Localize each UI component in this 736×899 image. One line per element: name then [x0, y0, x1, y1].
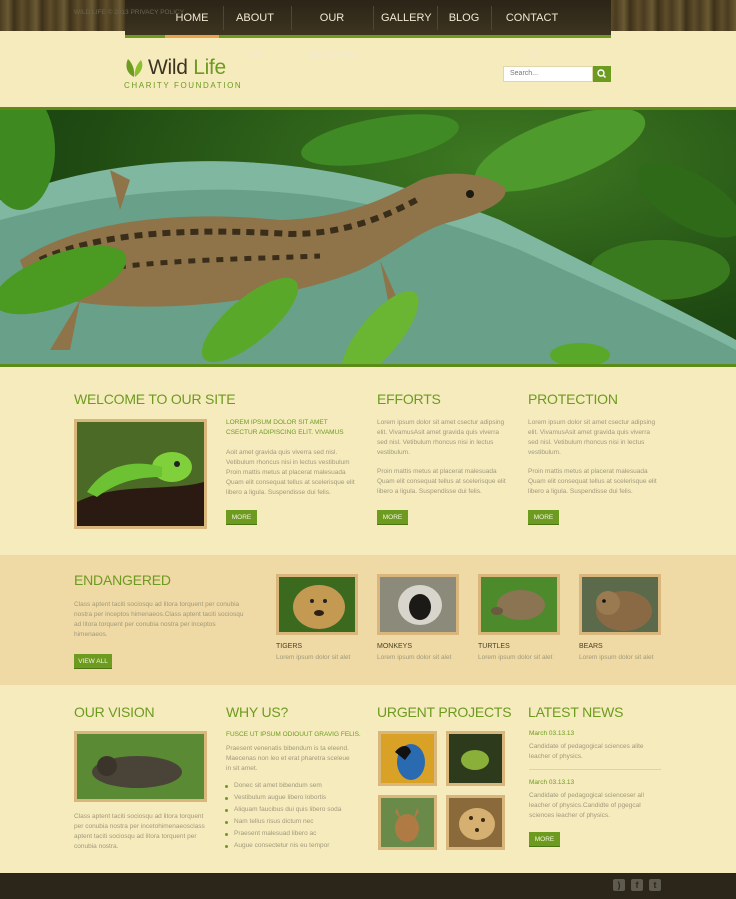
turtle-image[interactable] — [478, 574, 560, 635]
why-text: Praesent venenatis bibendum is ta eleend… — [226, 745, 350, 772]
news-more-button[interactable]: MORE — [529, 832, 560, 847]
nav-divider — [437, 6, 438, 30]
monkey-image[interactable] — [377, 574, 459, 635]
news-title: LATEST NEWS — [528, 704, 624, 720]
parrot-photo — [381, 734, 434, 783]
animal-text: Lorem ipsum dolor sit alet — [478, 654, 553, 661]
efforts-more-button[interactable]: MORE — [377, 510, 408, 525]
welcome-more-button[interactable]: MORE — [226, 510, 257, 525]
protection-text-1: Lorem ipsum dolor sit amet csectur adips… — [528, 419, 656, 456]
iguana-thumb-photo — [449, 734, 502, 783]
logo-word-1: Wild — [148, 56, 188, 79]
footer — [0, 873, 736, 899]
nav-active-indicator — [165, 35, 219, 38]
nav-about-us[interactable]: ABOUT US — [227, 0, 283, 61]
iguana-image[interactable] — [74, 419, 207, 529]
bear-photo — [582, 577, 658, 632]
iguana-thumb-image[interactable] — [446, 731, 505, 786]
vision-text: Class aptent taciti sociosqu ad litora t… — [74, 813, 205, 850]
main-nav: HOME ABOUT US OUR MISSION GALLERY BLOG C… — [125, 0, 611, 61]
lizard-thumb-photo — [77, 734, 204, 799]
urgent-title: URGENT PROJECTS — [377, 704, 512, 720]
animal-text: Lorem ipsum dolor sit alet — [377, 654, 452, 661]
nav-divider — [291, 6, 292, 30]
search-input[interactable]: Search... — [503, 66, 593, 82]
news-date: March 03.13.13 — [529, 730, 575, 737]
why-bullet: Praesent malesuad libero ac — [224, 830, 317, 837]
animal-name: TURTLES — [478, 643, 510, 650]
nav-our-mission[interactable]: OUR MISSION — [297, 0, 367, 61]
leopard-photo — [449, 798, 502, 847]
tiger-image[interactable] — [276, 574, 358, 635]
why-bullet: Donec sit amet bibendum sem — [225, 782, 322, 789]
facebook-icon[interactable]: f — [631, 879, 643, 891]
logo-title: Wild Life — [148, 56, 226, 80]
why-subtitle: FUSCE UT IPSUM ODIOUUT GRAVIG FELIS. — [226, 731, 361, 738]
protection-more-button[interactable]: MORE — [528, 510, 559, 525]
efforts-text-1: Lorem ipsum dolor sit amet csectur adips… — [377, 419, 505, 456]
why-bullet: Vestibulum augue libero lobortis — [224, 794, 327, 801]
efforts-text-2: Proin mattis metus at placerat malesuada… — [377, 468, 506, 495]
hero-image — [0, 107, 736, 367]
why-title: WHY US? — [226, 704, 289, 720]
search-icon — [597, 69, 607, 79]
animal-name: TIGERS — [276, 643, 303, 650]
why-bullet: Aliquam faucibus dui quis libero soda — [224, 806, 342, 813]
bear-image[interactable] — [579, 574, 661, 635]
protection-text-2: Proin mattis metus at placerat malesuada… — [528, 468, 657, 495]
news-text[interactable]: Candidate of pedagogical sciences alite … — [529, 742, 649, 762]
logo-word-2: Life — [193, 56, 226, 79]
logo-subtitle: CHARITY FOUNDATION — [124, 81, 243, 90]
lizard-photo — [0, 110, 736, 364]
welcome-title: WELCOME TO OUR SITE — [74, 391, 236, 407]
efforts-title: EFFORTS — [377, 391, 441, 407]
vision-title: OUR VISION — [74, 704, 155, 720]
welcome-text: Aoit amet gravida quis viverra sed nisl.… — [226, 449, 355, 496]
footer-copyright[interactable]: WILD LIFE © 2013 PRIVACY POLICY — [74, 9, 184, 16]
leaf-icon — [126, 59, 143, 77]
news-date: March 03.13.13 — [529, 779, 575, 786]
why-bullet: Augue consectetur nis eu tempor — [224, 842, 330, 849]
nav-blog[interactable]: BLOG — [443, 0, 485, 35]
deer-photo — [381, 798, 434, 847]
search-button[interactable] — [593, 66, 611, 82]
monkey-photo — [380, 577, 456, 632]
leopard-image[interactable] — [446, 795, 505, 850]
rss-icon[interactable]: ) — [613, 879, 625, 891]
news-divider — [529, 769, 661, 770]
vision-image[interactable] — [74, 731, 207, 802]
deer-image[interactable] — [378, 795, 437, 850]
welcome-subtitle: LOREM IPSUM DOLOR SIT AMET CSECTUR ADIPI… — [226, 419, 344, 436]
animal-name: MONKEYS — [377, 643, 413, 650]
turtle-photo — [481, 577, 557, 632]
why-bullet: Nam tellus risus dictum nec — [224, 818, 314, 825]
endangered-title: ENDANGERED — [74, 572, 171, 588]
nav-divider — [223, 6, 224, 30]
nav-divider — [491, 6, 492, 30]
nav-contact-us[interactable]: CONTACT US — [497, 0, 567, 61]
animal-text: Lorem ipsum dolor sit alet — [276, 654, 351, 661]
news-text[interactable]: Candidate of pedagogical scienceser all … — [529, 791, 649, 821]
view-all-button[interactable]: VIEW ALL — [74, 654, 112, 669]
nav-gallery[interactable]: GALLERY — [381, 0, 432, 35]
iguana-photo — [77, 422, 204, 526]
nav-divider — [373, 6, 374, 30]
nav-home[interactable]: HOME — [165, 0, 219, 35]
animal-text: Lorem ipsum dolor sit alet — [579, 654, 654, 661]
tiger-photo — [279, 577, 355, 632]
animal-name: BEARS — [579, 643, 603, 650]
protection-title: PROTECTION — [528, 391, 618, 407]
twitter-icon[interactable]: t — [649, 879, 661, 891]
endangered-text: Class aptent taciti sociosqu ad litora t… — [74, 601, 244, 638]
parrot-image[interactable] — [378, 731, 437, 786]
